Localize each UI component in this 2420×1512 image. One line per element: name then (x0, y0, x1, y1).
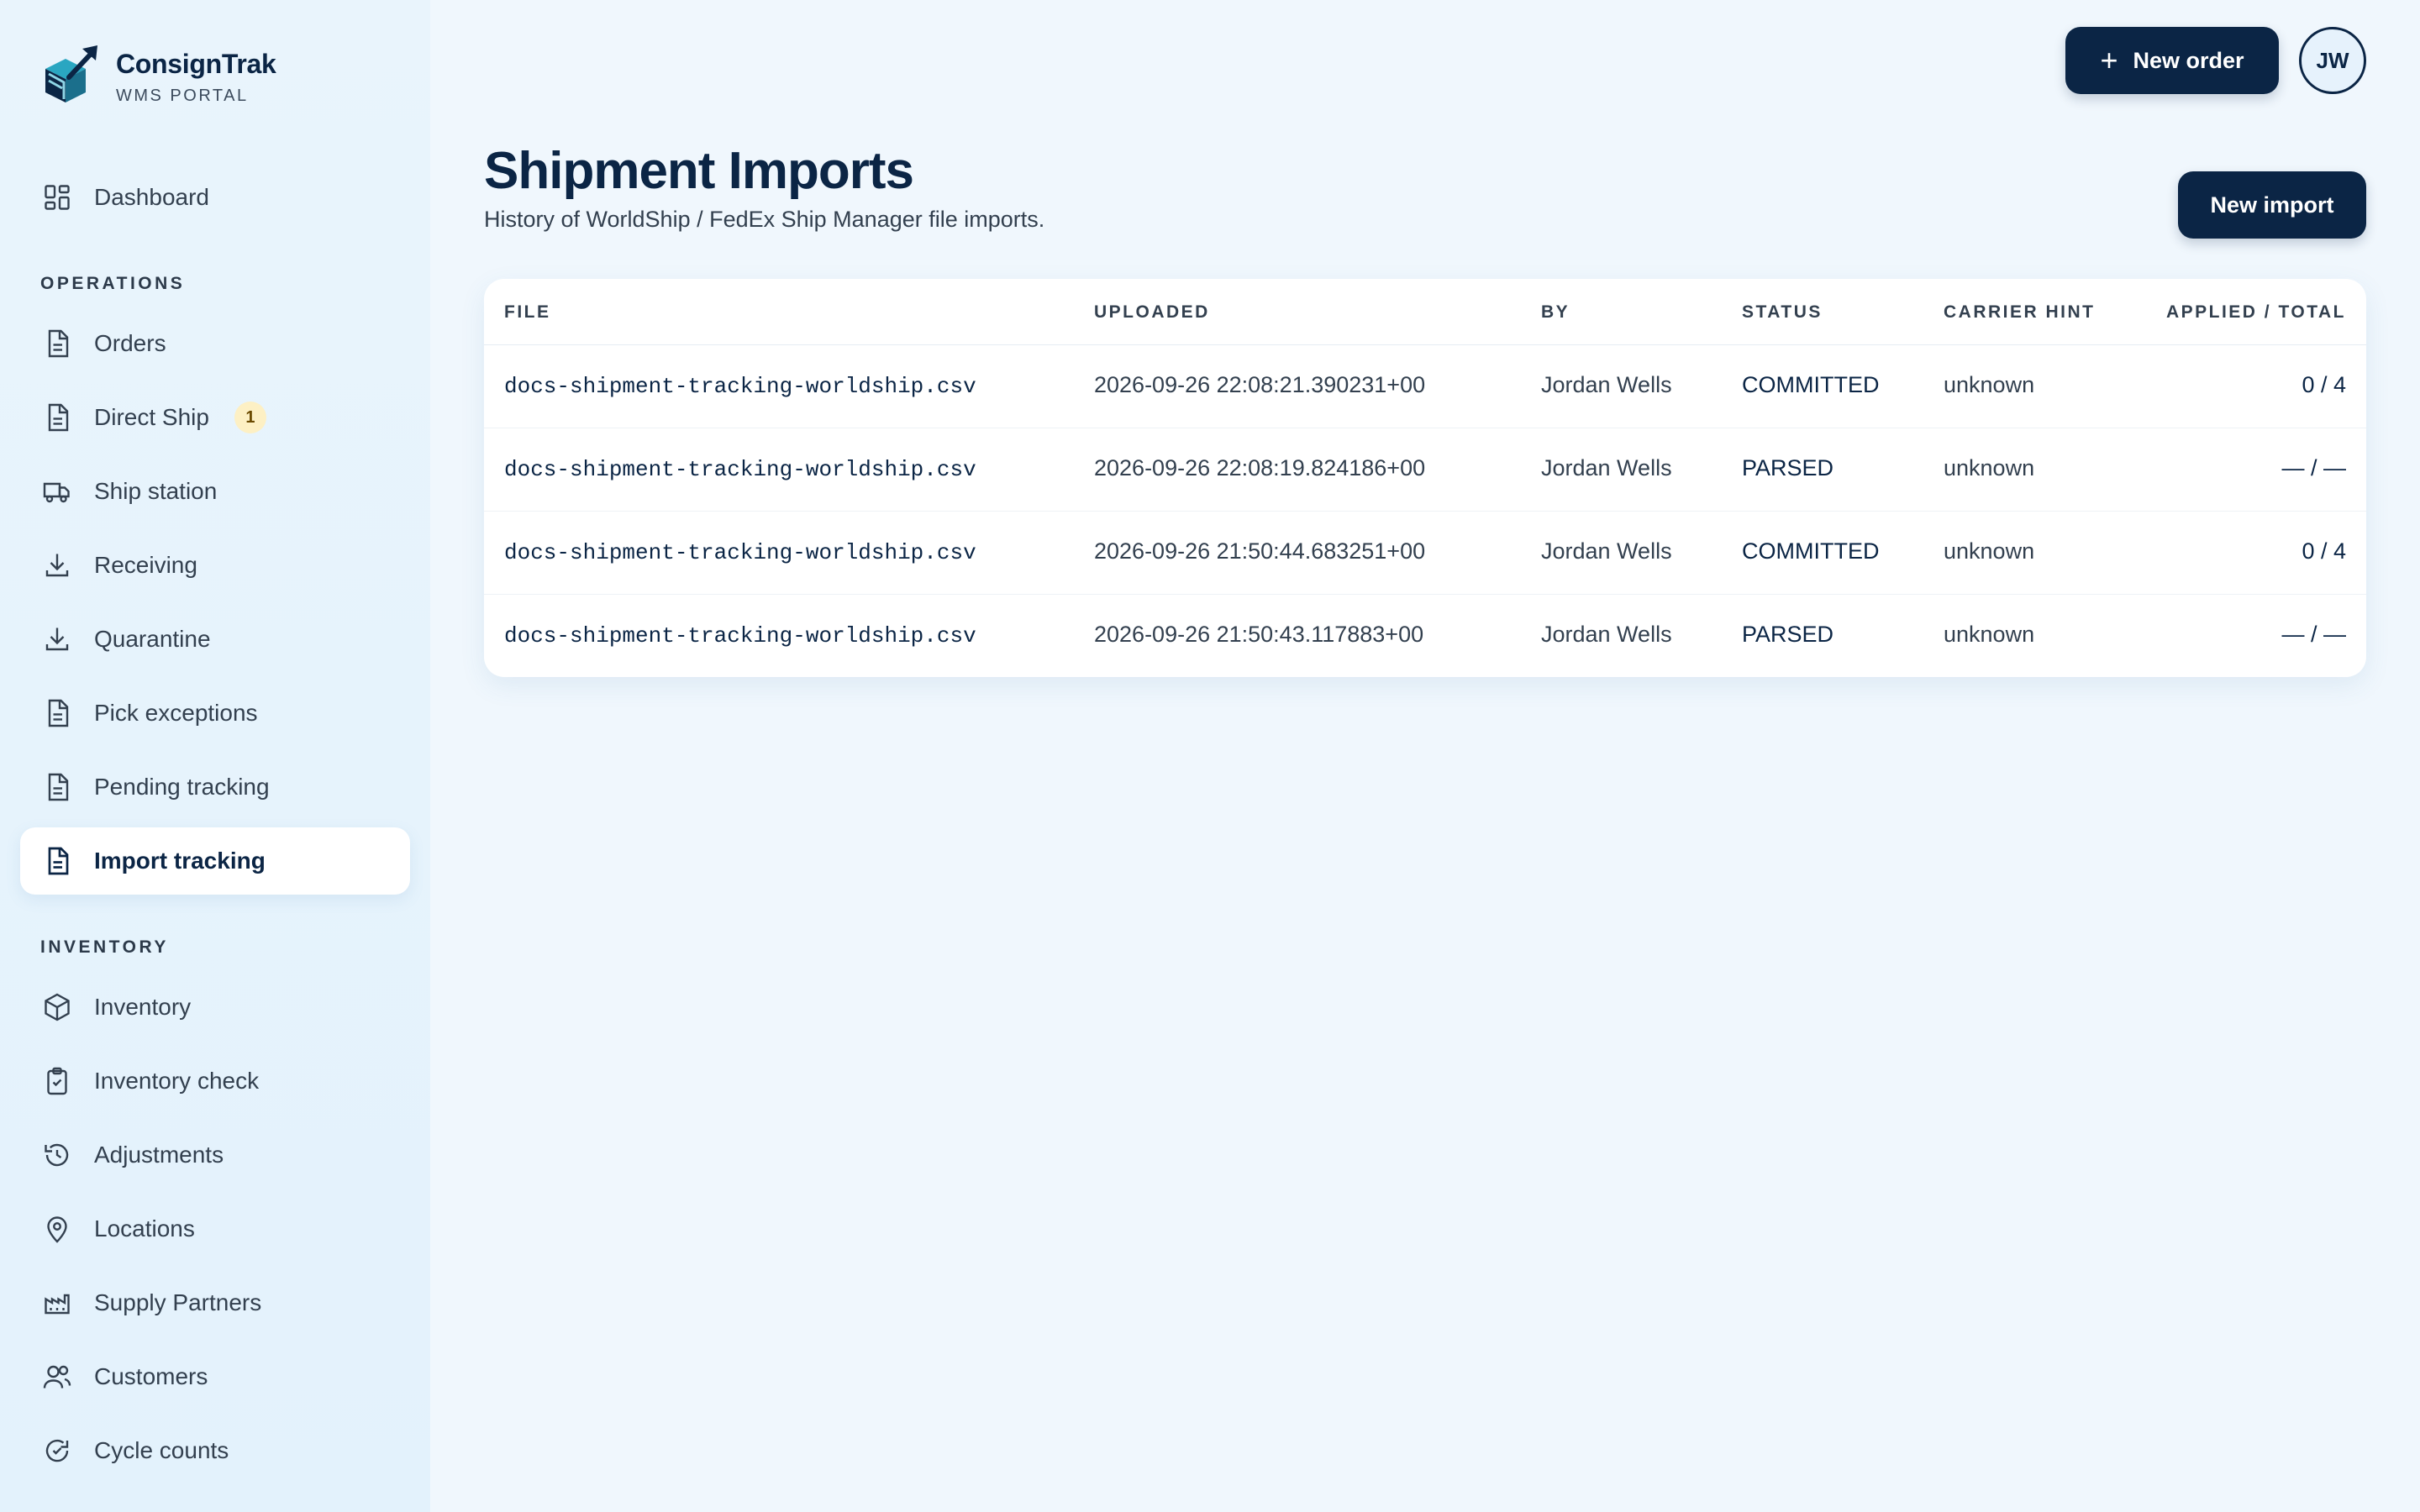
sidebar-item-pending-tracking[interactable]: Pending tracking (20, 753, 410, 821)
file-name-cell: docs-shipment-tracking-worldship.csv (504, 540, 976, 565)
imports-table: FILE UPLOADED BY STATUS CARRIER HINT APP… (484, 279, 2366, 677)
table-row[interactable]: docs-shipment-tracking-worldship.csv 202… (484, 595, 2366, 677)
applied-total-cell: 0 / 4 (2302, 372, 2346, 397)
sidebar-item-supply-partners[interactable]: Supply Partners (20, 1269, 410, 1336)
truck-icon (40, 475, 74, 508)
new-import-button[interactable]: New import (2178, 171, 2366, 239)
sidebar-item-label: Pending tracking (94, 774, 270, 800)
file-name-cell: docs-shipment-tracking-worldship.csv (504, 374, 976, 399)
history-icon (40, 1138, 74, 1172)
clipboard-check-icon (40, 1064, 74, 1098)
table-row[interactable]: docs-shipment-tracking-worldship.csv 202… (484, 428, 2366, 512)
applied-total-cell: 0 / 4 (2302, 538, 2346, 564)
uploaded-cell: 2026-09-26 22:08:21.390231+00 (1094, 372, 1426, 397)
consigntrak-logo-icon (45, 45, 97, 102)
applied-total-cell: — / — (2281, 622, 2346, 647)
sidebar-item-import-tracking[interactable]: Import tracking (20, 827, 410, 895)
box-icon (40, 990, 74, 1024)
brand-name: ConsignTrak (116, 49, 276, 79)
document-icon (40, 696, 74, 730)
uploaded-by-cell: Jordan Wells (1541, 622, 1672, 647)
column-header-carrier-hint[interactable]: CARRIER HINT (1944, 302, 2096, 323)
carrier-hint-cell: unknown (1944, 622, 2035, 647)
users-icon (40, 1360, 74, 1394)
document-icon (40, 327, 74, 360)
applied-total-cell: — / — (2281, 455, 2346, 480)
uploaded-by-cell: Jordan Wells (1541, 538, 1672, 564)
document-icon (40, 844, 74, 878)
sidebar-item-label: Quarantine (94, 626, 211, 652)
sidebar-item-label: Receiving (94, 552, 197, 578)
factory-icon (40, 1286, 74, 1320)
sidebar-item-adjustments[interactable]: Adjustments (20, 1121, 410, 1189)
sidebar-item-inventory[interactable]: Inventory (20, 974, 410, 1041)
column-header-applied-total[interactable]: APPLIED / TOTAL (2166, 302, 2346, 323)
uploaded-cell: 2026-09-26 21:50:44.683251+00 (1094, 538, 1426, 564)
sidebar-item-quarantine[interactable]: Quarantine (20, 606, 410, 673)
sidebar-item-label: Inventory (94, 994, 192, 1020)
sidebar-item-orders[interactable]: Orders (20, 310, 410, 377)
uploaded-by-cell: Jordan Wells (1541, 455, 1672, 480)
sidebar-item-customers[interactable]: Customers (20, 1343, 410, 1410)
page-subtitle: History of WorldShip / FedEx Ship Manage… (484, 207, 1045, 232)
sidebar-item-label: Import tracking (94, 848, 266, 874)
table-row[interactable]: docs-shipment-tracking-worldship.csv 202… (484, 512, 2366, 595)
sidebar: ConsignTrak WMS PORTAL Dashboard OPERATI… (0, 0, 430, 1512)
section-label-operations: OPERATIONS (40, 274, 186, 293)
table-row[interactable]: docs-shipment-tracking-worldship.csv 202… (484, 345, 2366, 428)
sidebar-item-cycle-counts[interactable]: Cycle counts (20, 1417, 410, 1484)
uploaded-cell: 2026-09-26 21:50:43.117883+00 (1094, 622, 1424, 647)
carrier-hint-cell: unknown (1944, 455, 2035, 480)
sidebar-item-label: Dashboard (94, 184, 209, 210)
column-header-file[interactable]: FILE (504, 302, 551, 323)
status-cell: PARSED (1742, 455, 1834, 480)
sidebar-item-label: Adjustments (94, 1142, 224, 1168)
brand-subtitle: WMS PORTAL (116, 87, 249, 105)
sidebar-item-label: Supply Partners (94, 1289, 262, 1315)
file-name-cell: docs-shipment-tracking-worldship.csv (504, 457, 976, 482)
status-cell: COMMITTED (1742, 538, 1880, 564)
status-cell: COMMITTED (1742, 372, 1880, 397)
sidebar-item-label: Ship station (94, 478, 218, 504)
sidebar-item-label: Cycle counts (94, 1437, 229, 1463)
plus-icon: + (2100, 43, 2118, 77)
uploaded-by-cell: Jordan Wells (1541, 372, 1672, 397)
sidebar-item-receiving[interactable]: Receiving (20, 532, 410, 599)
status-cell: PARSED (1742, 622, 1834, 647)
sidebar-item-ship-station[interactable]: Ship station (20, 458, 410, 525)
document-icon (40, 401, 74, 434)
carrier-hint-cell: unknown (1944, 538, 2035, 564)
sidebar-item-inventory-check[interactable]: Inventory check (20, 1047, 410, 1115)
column-header-status[interactable]: STATUS (1742, 302, 1823, 323)
carrier-hint-cell: unknown (1944, 372, 2035, 397)
column-header-by[interactable]: BY (1541, 302, 1570, 323)
sidebar-item-label: Pick exceptions (94, 700, 258, 726)
map-pin-icon (40, 1212, 74, 1246)
sidebar-item-label: Locations (94, 1215, 195, 1242)
page-title: Shipment Imports (484, 142, 914, 200)
refresh-check-icon (40, 1434, 74, 1467)
new-order-button[interactable]: + New order (2065, 27, 2279, 94)
avatar[interactable]: JW (2299, 27, 2366, 94)
uploaded-cell: 2026-09-26 22:08:19.824186+00 (1094, 455, 1426, 480)
sidebar-item-label: Inventory check (94, 1068, 260, 1094)
file-name-cell: docs-shipment-tracking-worldship.csv (504, 623, 976, 648)
sidebar-item-direct-ship[interactable]: Direct Ship 1 (20, 384, 410, 451)
download-icon (40, 622, 74, 656)
dashboard-icon (40, 181, 74, 214)
sidebar-item-dashboard[interactable]: Dashboard (20, 164, 410, 231)
sidebar-item-label: Orders (94, 330, 166, 356)
sidebar-item-locations[interactable]: Locations (20, 1195, 410, 1263)
column-header-uploaded[interactable]: UPLOADED (1094, 302, 1210, 323)
table-header: FILE UPLOADED BY STATUS CARRIER HINT APP… (484, 279, 2366, 345)
section-label-inventory: INVENTORY (40, 937, 169, 957)
sidebar-item-label: Customers (94, 1363, 208, 1389)
document-icon (40, 770, 74, 804)
new-order-label: New order (2133, 47, 2244, 73)
count-badge: 1 (234, 402, 266, 433)
brand[interactable]: ConsignTrak WMS PORTAL (40, 44, 276, 108)
sidebar-item-pick-exceptions[interactable]: Pick exceptions (20, 680, 410, 747)
sidebar-item-label: Direct Ship (94, 404, 209, 430)
download-icon (40, 549, 74, 582)
